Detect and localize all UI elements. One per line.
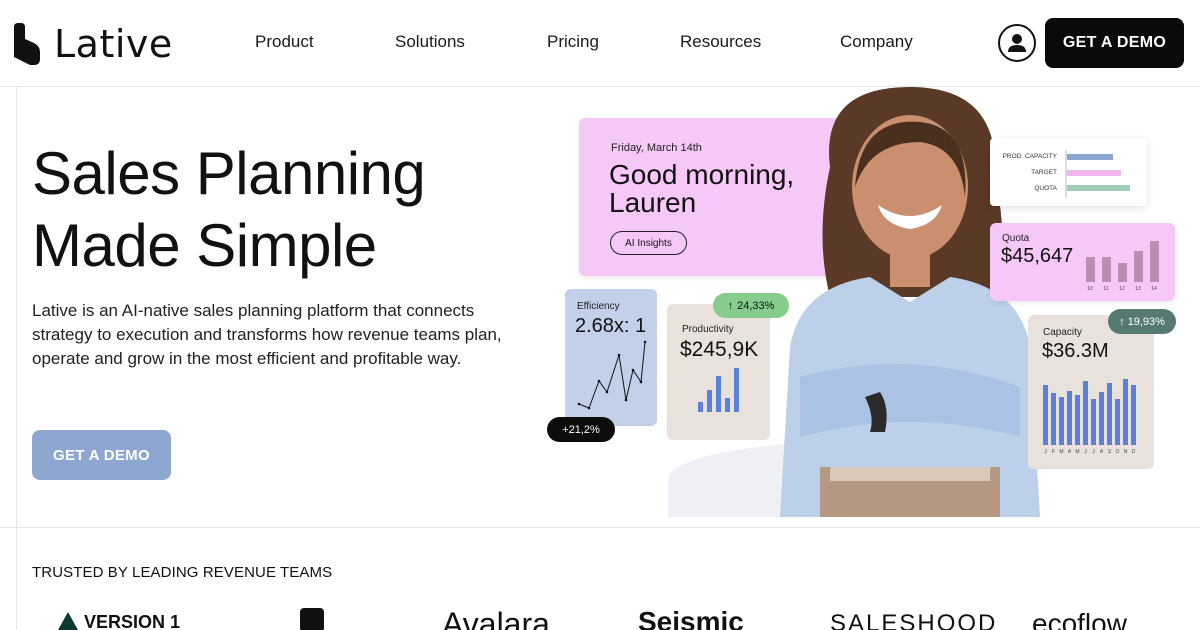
ai-insights-button[interactable]: AI Insights — [610, 231, 687, 255]
section-divider — [0, 527, 1200, 528]
client-logo-avalara: Avalara — [442, 606, 550, 630]
capacity-tick: O — [1116, 449, 1120, 455]
user-icon — [1008, 34, 1026, 52]
hero-title: Sales Planning Made Simple — [32, 138, 512, 282]
client-logos: VERSION 1 intercom Avalara Seismic SALES… — [0, 600, 1200, 630]
quota-tick: 14 — [1151, 286, 1157, 292]
client-logo-saleshood: SALESHOOD — [830, 610, 998, 630]
capacity-legend-card: PROD. CAPACITY TARGET QUOTA — [990, 138, 1147, 206]
capacity-tick: J — [1084, 449, 1087, 455]
capacity-tick: A — [1100, 449, 1104, 455]
efficiency-card: Efficiency 2.68x: 1 — [565, 289, 657, 426]
capacity-badge: ↑ 19,93% — [1108, 309, 1176, 334]
efficiency-line-chart — [577, 340, 647, 410]
nav-item-solutions[interactable]: Solutions — [395, 32, 465, 52]
quota-bar-chart: 10 11 12 13 14 — [1086, 241, 1159, 292]
brand-logo[interactable]: Lative — [12, 22, 173, 66]
quota-tick: 10 — [1087, 286, 1093, 292]
nav-item-resources[interactable]: Resources — [680, 32, 761, 52]
lative-logo-icon — [14, 23, 40, 65]
productivity-badge: ↑ 24,33% — [713, 293, 789, 318]
greeting-name: Lauren — [609, 187, 697, 218]
nav-item-company[interactable]: Company — [840, 32, 913, 52]
capacity-tick: F — [1052, 449, 1055, 455]
arrow-up-icon: ↑ — [727, 299, 734, 312]
quota-tick: 13 — [1135, 286, 1141, 292]
client-logo-ecoflow: ecoflow — [1032, 608, 1127, 630]
hero-description: Lative is an AI-native sales planning pl… — [32, 301, 502, 368]
capacity-tick: A — [1068, 449, 1072, 455]
capacity-tick: J — [1092, 449, 1095, 455]
dashboard-collage: Friday, March 14th Good morning, Lauren … — [540, 87, 1200, 517]
get-demo-button-header[interactable]: GET A DEMO — [1045, 18, 1184, 68]
site-header: Lative Product Solutions Pricing Resourc… — [0, 0, 1200, 87]
capacity-badge-text: 19,93% — [1127, 315, 1165, 328]
nav-item-pricing[interactable]: Pricing — [547, 32, 599, 52]
arrow-up-icon: ↑ — [1119, 315, 1125, 328]
main-nav: Product Solutions Pricing Resources Comp… — [214, 30, 954, 56]
triangle-logo-icon — [58, 612, 78, 630]
capacity-bar-chart: J F M A M J J A S O N D — [1043, 379, 1136, 455]
trusted-heading: TRUSTED BY LEADING REVENUE TEAMS — [32, 564, 333, 581]
capacity-tick: M — [1059, 449, 1063, 455]
capacity-legend-bars — [1065, 150, 1130, 198]
account-button[interactable] — [998, 24, 1036, 62]
productivity-bar-chart — [698, 368, 739, 412]
efficiency-badge: +21,2% — [547, 417, 615, 442]
productivity-card: Productivity $245,9K — [667, 304, 770, 440]
productivity-badge-text: 24,33% — [737, 299, 775, 312]
brand-name: Lative — [54, 22, 173, 66]
capacity-tick: D — [1132, 449, 1136, 455]
quota-tick: 12 — [1119, 286, 1125, 292]
hero-left-rule — [16, 87, 17, 630]
capacity-tick: J — [1044, 449, 1047, 455]
get-demo-button-hero[interactable]: GET A DEMO — [32, 430, 171, 480]
quota-tick: 11 — [1103, 286, 1108, 292]
greeting-date: Friday, March 14th — [611, 142, 702, 154]
client-name: VERSION 1 — [84, 612, 181, 630]
hero-title-line1: Sales Planning — [32, 140, 426, 207]
client-logo-version1: VERSION 1 — [58, 612, 180, 630]
quota-card: Quota $45,647 10 11 12 13 14 — [990, 223, 1175, 301]
nav-item-product[interactable]: Product — [255, 32, 314, 52]
capacity-card: Capacity $36.3M J F M A M J J A S O N D — [1028, 315, 1154, 469]
client-logo-seismic: Seismic — [638, 606, 744, 630]
hero-title-line2: Made Simple — [32, 212, 377, 279]
capacity-tick: S — [1108, 449, 1112, 455]
capacity-tick: M — [1075, 449, 1079, 455]
client-logo-intercom: intercom — [300, 608, 324, 630]
capacity-tick: N — [1124, 449, 1128, 455]
